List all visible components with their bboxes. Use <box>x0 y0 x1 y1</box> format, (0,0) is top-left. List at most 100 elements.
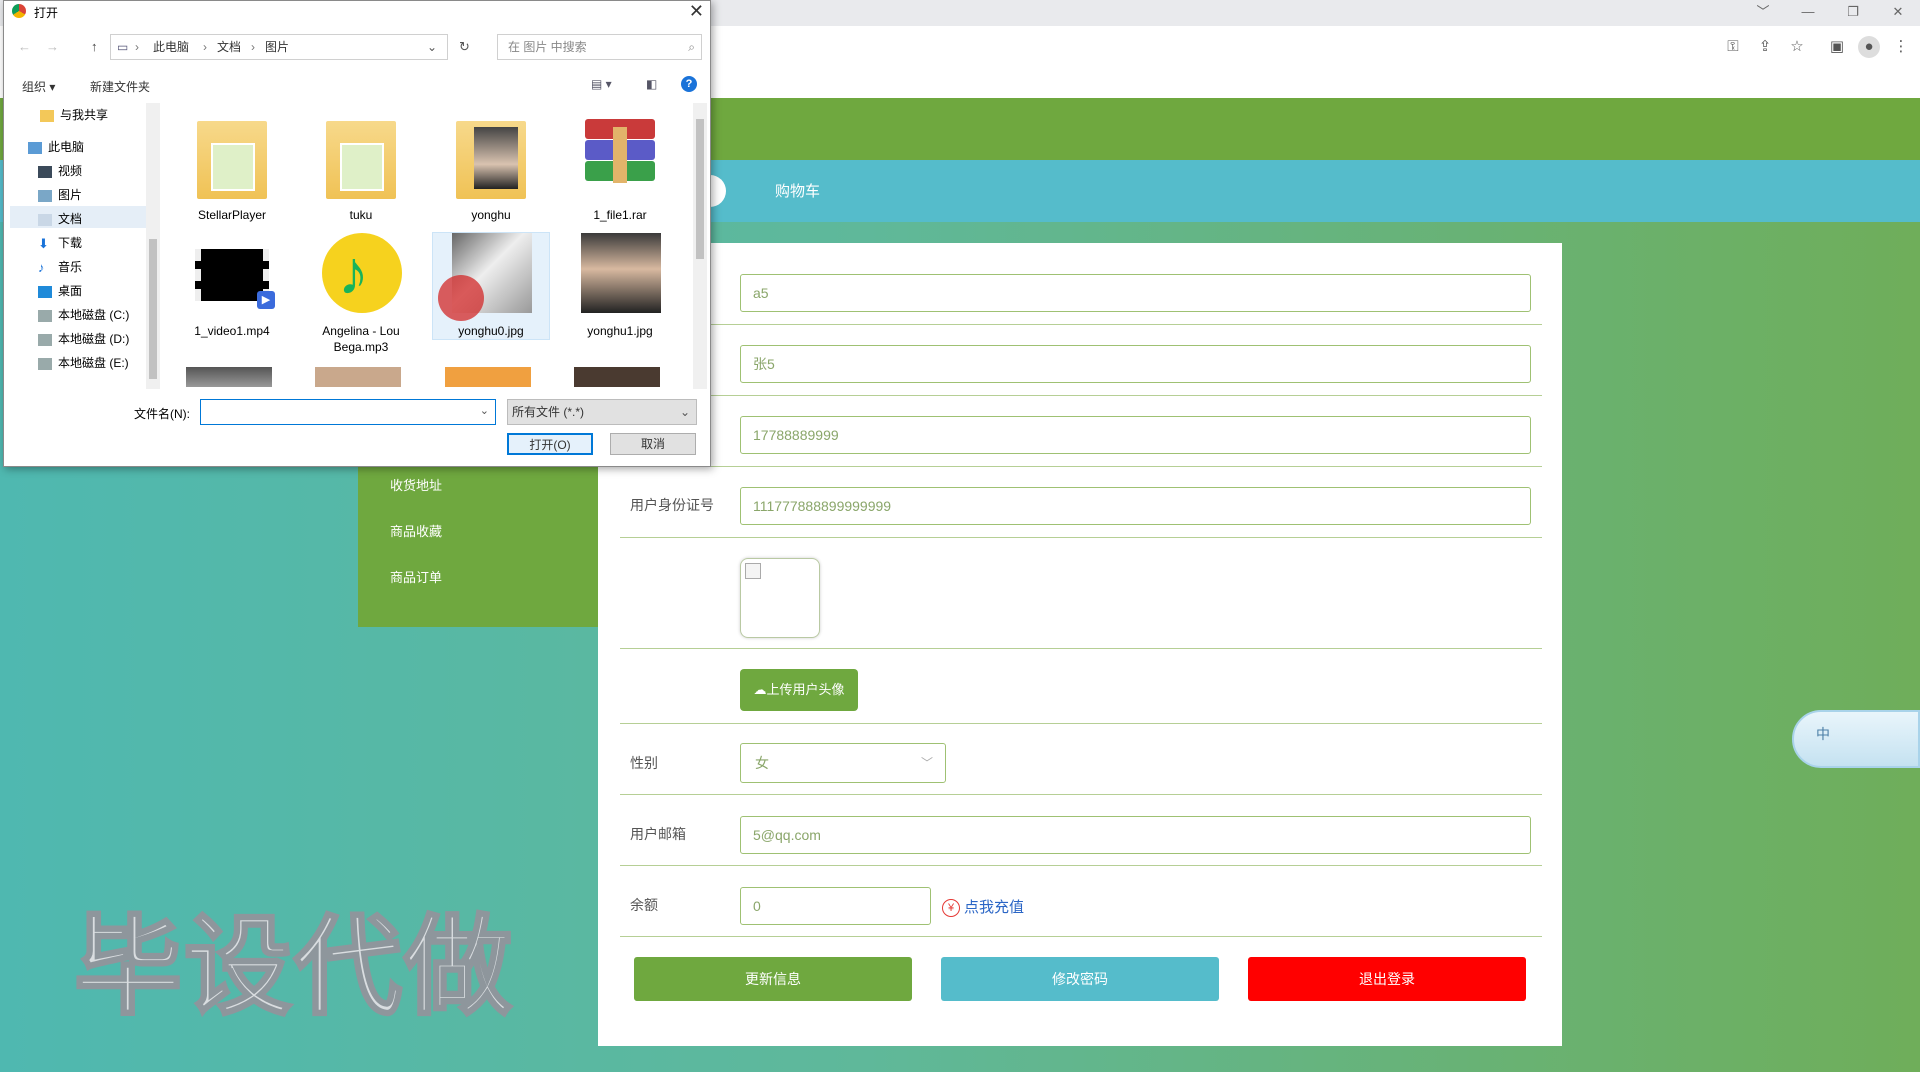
help-icon[interactable]: ? <box>681 76 697 92</box>
tree-videos[interactable]: 视频 <box>38 162 82 179</box>
tree-documents[interactable]: 文档 <box>38 210 82 227</box>
upload-avatar-button[interactable]: ☁上传用户头像 <box>740 669 858 711</box>
close-icon[interactable]: ✕ <box>689 1 704 22</box>
phone-field[interactable]: 17788889999 <box>740 416 1531 454</box>
row-divider <box>620 865 1542 866</box>
organize-menu[interactable]: 组织 ▾ <box>22 78 55 95</box>
open-file-dialog: 打开 ✕ ← → ↑ ▭ › 此电脑 › 文档 › 图片 ⌄ ↻ 在 图片 中搜… <box>3 0 711 467</box>
tree-downloads[interactable]: ⬇ 下载 <box>38 234 82 251</box>
pc-icon: ▭ <box>117 40 129 54</box>
file-item[interactable]: ♪ Angelina - Lou Bega.mp3 <box>303 233 419 355</box>
chevron-down-icon[interactable]: ⌄ <box>427 35 437 59</box>
file-item[interactable]: yonghu1.jpg <box>562 233 678 339</box>
restore-button[interactable]: ❐ <box>1838 2 1868 22</box>
filename-label: 文件名(N): <box>134 407 190 421</box>
tree-drive-d[interactable]: 本地磁盘 (D:) <box>38 330 129 347</box>
tree-desktop[interactable]: 桌面 <box>38 282 82 299</box>
email-field[interactable]: 5@qq.com <box>740 816 1531 854</box>
id-number-field[interactable]: 111777888899999999 <box>740 487 1531 525</box>
filetype-select[interactable]: 所有文件 (*.*) ⌄ <box>507 399 697 425</box>
file-item-selected[interactable]: yonghu0.jpg <box>432 232 550 340</box>
yen-icon: ¥ <box>942 899 960 918</box>
up-icon[interactable]: ↑ <box>91 39 98 54</box>
name-field[interactable]: 张5 <box>740 345 1531 383</box>
address-bar[interactable]: ▭ › 此电脑 › 文档 › 图片 ⌄ <box>110 34 448 60</box>
balance-field[interactable]: 0 <box>740 887 931 925</box>
share-icon[interactable]: ⇪ <box>1754 36 1776 58</box>
row-divider <box>620 537 1542 538</box>
back-icon[interactable]: ← <box>18 39 31 54</box>
file-name: 1_video1.mp4 <box>194 324 270 338</box>
close-window-button[interactable]: ✕ <box>1883 2 1913 22</box>
row-divider <box>620 466 1542 467</box>
file-name: Angelina - Lou Bega.mp3 <box>322 324 400 354</box>
profile-icon[interactable]: ● <box>1858 36 1880 58</box>
forward-icon[interactable]: → <box>46 39 59 54</box>
star-icon[interactable]: ☆ <box>1786 36 1808 58</box>
ime-label: 中 <box>1816 726 1830 742</box>
folder-icon <box>318 117 404 203</box>
tree-drive-c[interactable]: 本地磁盘 (C:) <box>38 306 129 323</box>
menu-favorites[interactable]: 商品收藏 <box>390 521 442 540</box>
tab-search-icon[interactable]: ﹀ <box>1748 2 1778 22</box>
chevron-down-icon: ﹀ <box>920 756 933 770</box>
breadcrumb-pictures[interactable]: 图片 <box>265 35 289 59</box>
filename-input[interactable]: ⌄ <box>200 399 496 425</box>
files-scrollbar[interactable] <box>693 103 707 389</box>
sidepanel-icon[interactable]: ▣ <box>1826 36 1848 58</box>
gender-select[interactable]: 女 ﹀ <box>740 743 946 783</box>
ime-floating-widget[interactable]: 中 <box>1792 710 1920 768</box>
file-item[interactable]: yonghu <box>433 117 549 223</box>
tree-shared[interactable]: 与我共享 <box>40 106 108 123</box>
chrome-icon <box>12 4 26 18</box>
file-item[interactable]: StellarPlayer <box>174 117 290 223</box>
update-info-button[interactable]: 更新信息 <box>634 957 912 1001</box>
recharge-link[interactable]: ¥ 点我充值 <box>942 896 1024 918</box>
archive-icon <box>577 117 663 203</box>
new-folder-button[interactable]: 新建文件夹 <box>90 78 150 95</box>
file-name: 1_file1.rar <box>593 208 647 222</box>
tree-scrollbar[interactable] <box>146 103 160 389</box>
watermark: 毕设代做 <box>72 904 515 1032</box>
open-button[interactable]: 打开(O) <box>507 433 593 455</box>
search-placeholder: 在 图片 中搜索 <box>508 40 587 54</box>
file-item[interactable]: tuku <box>303 117 419 223</box>
minimize-button[interactable]: — <box>1793 2 1823 22</box>
broken-image-icon <box>745 563 761 579</box>
tree-music[interactable]: ♪ 音乐 <box>38 258 82 275</box>
view-options-icon[interactable]: ▤ ▾ <box>591 77 612 91</box>
key-icon[interactable]: ⚿ <box>1722 36 1744 58</box>
tree-this-pc[interactable]: 此电脑 <box>28 138 84 155</box>
documents-icon <box>38 213 52 226</box>
chevron-down-icon: ⌄ <box>679 405 690 419</box>
chevron-down-icon[interactable]: ⌄ <box>480 404 489 417</box>
folder-icon <box>448 117 534 203</box>
folder-icon <box>189 117 275 203</box>
breadcrumb-pc[interactable]: 此电脑 <box>153 35 189 59</box>
logout-button[interactable]: 退出登录 <box>1248 957 1526 1001</box>
menu-icon[interactable]: ⋮ <box>1890 36 1912 58</box>
file-item[interactable]: ▶ 1_video1.mp4 <box>174 233 290 339</box>
breadcrumb-docs[interactable]: 文档 <box>217 35 241 59</box>
tree-drive-e[interactable]: 本地磁盘 (E:) <box>38 354 129 371</box>
image-thumbnail <box>574 367 660 387</box>
file-item[interactable]: 1_file1.rar <box>562 117 678 223</box>
email-label: 用户邮箱 <box>630 826 686 842</box>
download-icon: ⬇ <box>38 235 49 251</box>
file-name: StellarPlayer <box>197 208 267 222</box>
preview-pane-icon[interactable]: ◧ <box>646 77 657 91</box>
account-field[interactable]: a5 <box>740 274 1531 312</box>
video-file-icon: ▶ <box>189 233 275 319</box>
menu-orders[interactable]: 商品订单 <box>390 567 442 586</box>
row-divider <box>620 723 1542 724</box>
refresh-icon[interactable]: ↻ <box>459 39 470 55</box>
nav-cart-link[interactable]: 购物车 <box>775 180 820 201</box>
dialog-search-input[interactable]: 在 图片 中搜索 ⌕ <box>497 34 702 60</box>
menu-address[interactable]: 收货地址 <box>390 475 442 494</box>
cancel-button[interactable]: 取消 <box>610 433 696 455</box>
change-password-button[interactable]: 修改密码 <box>941 957 1219 1001</box>
row-divider <box>620 324 1542 325</box>
tree-pictures[interactable]: 图片 <box>38 186 82 203</box>
video-icon <box>38 165 52 178</box>
file-name: tuku <box>349 208 373 222</box>
